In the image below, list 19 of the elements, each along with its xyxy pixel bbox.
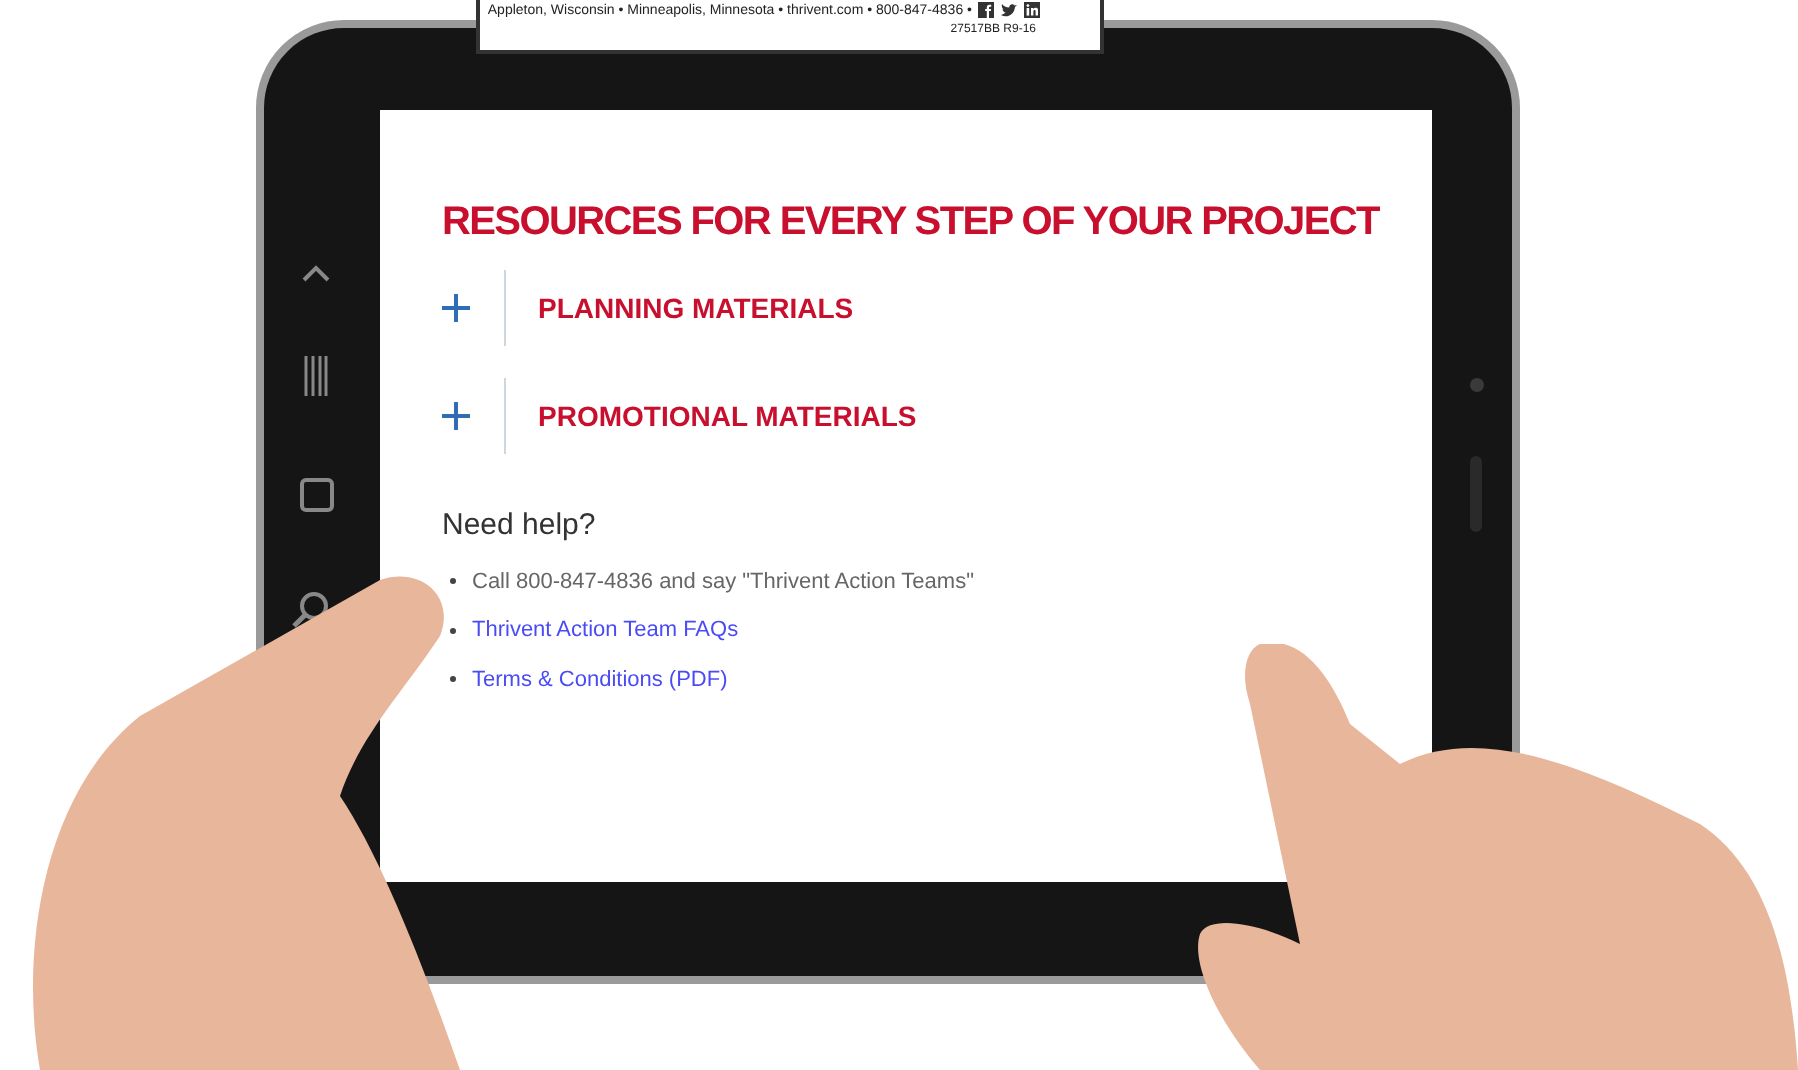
search-icon[interactable]: [290, 590, 330, 630]
section-title[interactable]: PLANNING MATERIALS: [538, 287, 854, 329]
help-text: Call 800-847-4836 and say "Thrivent Action Teams": [472, 567, 974, 597]
section-title[interactable]: PROMOTIONAL MATERIALS: [538, 395, 917, 437]
expand-toggle[interactable]: [442, 294, 470, 322]
facebook-icon[interactable]: [978, 2, 994, 18]
bullet-icon: [450, 627, 456, 634]
square-icon[interactable]: [300, 478, 334, 512]
bullet-icon: [450, 676, 456, 683]
expand-toggle[interactable]: [442, 402, 470, 430]
help-link[interactable]: Terms & Conditions (PDF): [472, 663, 728, 696]
help-link[interactable]: Thrivent Action Team FAQs: [472, 614, 739, 647]
chevron-up-icon[interactable]: [302, 264, 330, 284]
bars-icon[interactable]: [304, 356, 328, 396]
bird-icon[interactable]: [1000, 2, 1018, 18]
help-heading: Need help?: [442, 506, 598, 546]
page-heading: RESOURCES FOR EVERY STEP OF YOUR PROJECT: [442, 198, 1379, 246]
linkedin-icon[interactable]: [1024, 2, 1040, 18]
bullet-icon: [450, 578, 456, 585]
